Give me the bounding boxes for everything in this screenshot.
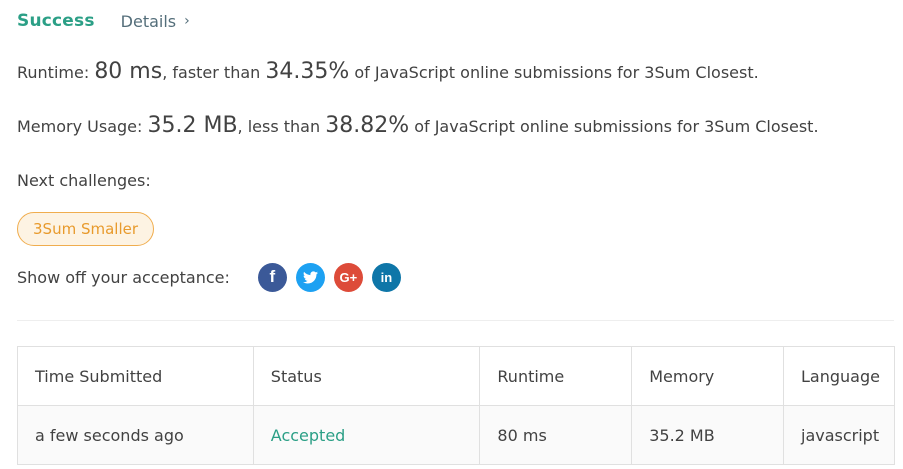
next-challenges-label: Next challenges: [17,171,151,190]
memory-percent: 38.82% [325,113,410,138]
table-row: a few seconds ago Accepted 80 ms 35.2 MB… [17,405,895,465]
cell-language: javascript [783,405,895,465]
next-challenge-chip[interactable]: 3Sum Smaller [17,212,155,246]
details-label: Details [120,11,177,31]
facebook-icon[interactable]: f [257,262,287,292]
memory-suffix: of JavaScript online submissions for 3Su… [409,117,819,136]
accepted-link[interactable]: Accepted [271,426,346,445]
runtime-label: Runtime: [17,63,95,82]
runtime-suffix: of JavaScript online submissions for 3Su… [349,63,759,82]
memory-middle: , less than [237,117,326,136]
result-header: Success Details › [17,9,190,33]
submissions-table: Time Submitted Status Runtime Memory Lan… [17,346,895,465]
cell-runtime: 80 ms [479,405,633,465]
share-row: Show off your acceptance: f G+ in [17,262,410,292]
column-header-runtime: Runtime [479,346,633,406]
section-divider [17,320,894,321]
runtime-middle: , faster than [162,63,266,82]
details-link[interactable]: Details › [121,12,190,31]
linkedin-icon[interactable]: in [371,262,401,292]
google-plus-icon[interactable]: G+ [333,262,363,292]
memory-label: Memory Usage: [17,117,148,136]
cell-memory: 35.2 MB [631,405,784,465]
memory-summary: Memory Usage: 35.2 MB, less than 38.82% … [17,113,819,138]
cell-time-submitted: a few seconds ago [17,405,254,465]
runtime-summary: Runtime: 80 ms, faster than 34.35% of Ja… [17,59,759,84]
runtime-percent: 34.35% [265,59,350,84]
chevron-right-icon: › [184,13,190,29]
twitter-icon[interactable] [295,262,325,292]
memory-value: 35.2 MB [147,113,238,138]
column-header-memory: Memory [631,346,784,406]
column-header-status: Status [252,346,481,406]
column-header-time: Time Submitted [17,346,254,406]
table-header-row: Time Submitted Status Runtime Memory Lan… [17,346,895,406]
submission-result-page: Success Details › Runtime: 80 ms, faster… [0,0,903,469]
column-header-language: Language [783,346,895,406]
success-status: Success [17,11,95,31]
share-label: Show off your acceptance: [17,267,230,287]
runtime-value: 80 ms [94,59,163,84]
cell-status: Accepted [252,405,481,465]
